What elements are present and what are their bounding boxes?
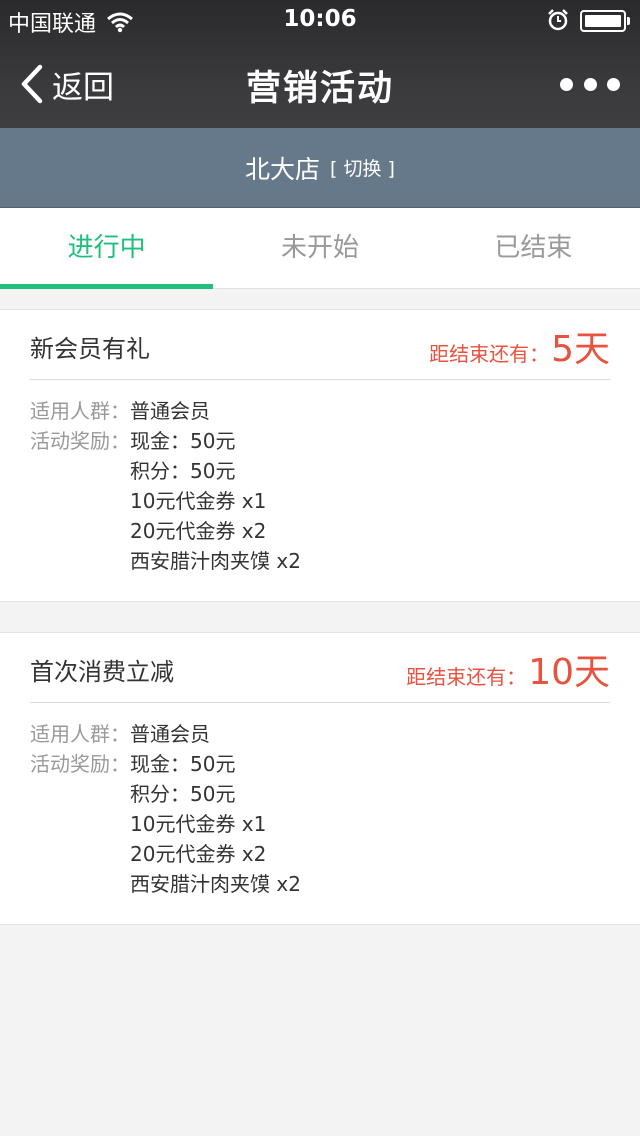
reward-item: 现金：50元 bbox=[130, 429, 236, 453]
tab-not-started[interactable]: 未开始 bbox=[213, 208, 426, 288]
chevron-left-icon bbox=[21, 64, 43, 104]
more-dot bbox=[560, 77, 573, 91]
battery-body bbox=[580, 10, 626, 32]
tab-label: 未开始 bbox=[280, 233, 359, 263]
rewards-row: 活动奖励： 现金：50元 积分：50元 10元代金券 x1 20元代金券 x2 … bbox=[30, 426, 610, 576]
activity-card[interactable]: 新会员有礼 距结束还有： 5天 适用人群： 普通会员 活动奖励： 现金：50元 … bbox=[0, 309, 640, 602]
reward-item: 20元代金券 x2 bbox=[130, 519, 267, 543]
tab-label: 已结束 bbox=[494, 233, 573, 263]
wifi-icon bbox=[107, 12, 133, 33]
carrier-name: 中国联通 bbox=[8, 12, 97, 37]
more-icon[interactable] bbox=[560, 70, 620, 98]
status-tabs: 进行中 未开始 已结束 bbox=[0, 208, 640, 289]
tab-ended[interactable]: 已结束 bbox=[427, 208, 640, 288]
reward-item: 10元代金券 x1 bbox=[130, 489, 267, 513]
audience-value: 普通会员 bbox=[130, 399, 210, 423]
countdown-label: 距结束还有： bbox=[429, 342, 550, 366]
back-button[interactable]: 返回 bbox=[18, 60, 114, 108]
reward-item: 西安腊汁肉夹馍 x2 bbox=[130, 549, 301, 573]
alarm-icon bbox=[548, 9, 568, 31]
battery-tip bbox=[627, 17, 630, 25]
reward-list: 现金：50元 积分：50元 10元代金券 x1 20元代金券 x2 西安腊汁肉夹… bbox=[130, 749, 301, 899]
countdown-label: 距结束还有： bbox=[406, 665, 527, 689]
back-label: 返回 bbox=[52, 69, 114, 106]
more-dot bbox=[583, 77, 597, 91]
activity-title: 新会员有礼 bbox=[30, 335, 150, 363]
battery-level bbox=[585, 15, 621, 27]
countdown: 距结束还有： 5天 bbox=[429, 320, 610, 370]
reward-item: 10元代金券 x1 bbox=[130, 812, 267, 836]
reward-item: 积分：50元 bbox=[130, 782, 236, 806]
audience-label: 适用人群： bbox=[30, 722, 130, 746]
reward-item: 西安腊汁肉夹馍 x2 bbox=[130, 872, 301, 896]
active-tab-indicator bbox=[0, 284, 214, 289]
countdown-value: 5天 bbox=[551, 329, 610, 370]
top-header: 中国联通 10:06 返回 营销活动 bbox=[0, 0, 640, 128]
store-bar: 北大店 [ 切换 ] bbox=[0, 128, 640, 208]
switch-store-link[interactable]: [ 切换 ] bbox=[330, 154, 395, 181]
rewards-row: 活动奖励： 现金：50元 积分：50元 10元代金券 x1 20元代金券 x2 … bbox=[30, 749, 610, 899]
audience-label: 适用人群： bbox=[30, 399, 130, 423]
reward-list: 现金：50元 积分：50元 10元代金券 x1 20元代金券 x2 西安腊汁肉夹… bbox=[130, 426, 301, 576]
status-bar: 中国联通 10:06 bbox=[0, 0, 640, 40]
activity-details: 适用人群： 普通会员 活动奖励： 现金：50元 积分：50元 10元代金券 x1… bbox=[30, 719, 610, 899]
countdown: 距结束还有： 10天 bbox=[406, 643, 610, 693]
battery-icon bbox=[580, 10, 630, 32]
audience-row: 适用人群： 普通会员 bbox=[30, 396, 610, 426]
rewards-label: 活动奖励： bbox=[30, 429, 130, 453]
more-dot bbox=[607, 77, 620, 91]
tab-label: 进行中 bbox=[67, 233, 146, 263]
activity-card[interactable]: 首次消费立减 距结束还有： 10天 适用人群： 普通会员 活动奖励： 现金：50… bbox=[0, 632, 640, 925]
activity-card-header: 新会员有礼 距结束还有： 5天 bbox=[30, 310, 610, 380]
store-name: 北大店 bbox=[245, 154, 321, 184]
audience-value: 普通会员 bbox=[130, 722, 210, 746]
reward-item: 20元代金券 x2 bbox=[130, 842, 267, 866]
tab-in-progress[interactable]: 进行中 bbox=[0, 208, 214, 289]
reward-item: 积分：50元 bbox=[130, 459, 236, 483]
nav-bar: 返回 营销活动 bbox=[0, 40, 640, 128]
countdown-value: 10天 bbox=[528, 652, 610, 693]
activity-title: 首次消费立减 bbox=[30, 658, 174, 686]
activity-details: 适用人群： 普通会员 活动奖励： 现金：50元 积分：50元 10元代金券 x1… bbox=[30, 396, 610, 576]
audience-row: 适用人群： 普通会员 bbox=[30, 719, 610, 749]
rewards-label: 活动奖励： bbox=[30, 752, 130, 776]
activity-card-header: 首次消费立减 距结束还有： 10天 bbox=[30, 633, 610, 703]
reward-item: 现金：50元 bbox=[130, 752, 236, 776]
carrier: 中国联通 bbox=[8, 6, 134, 38]
